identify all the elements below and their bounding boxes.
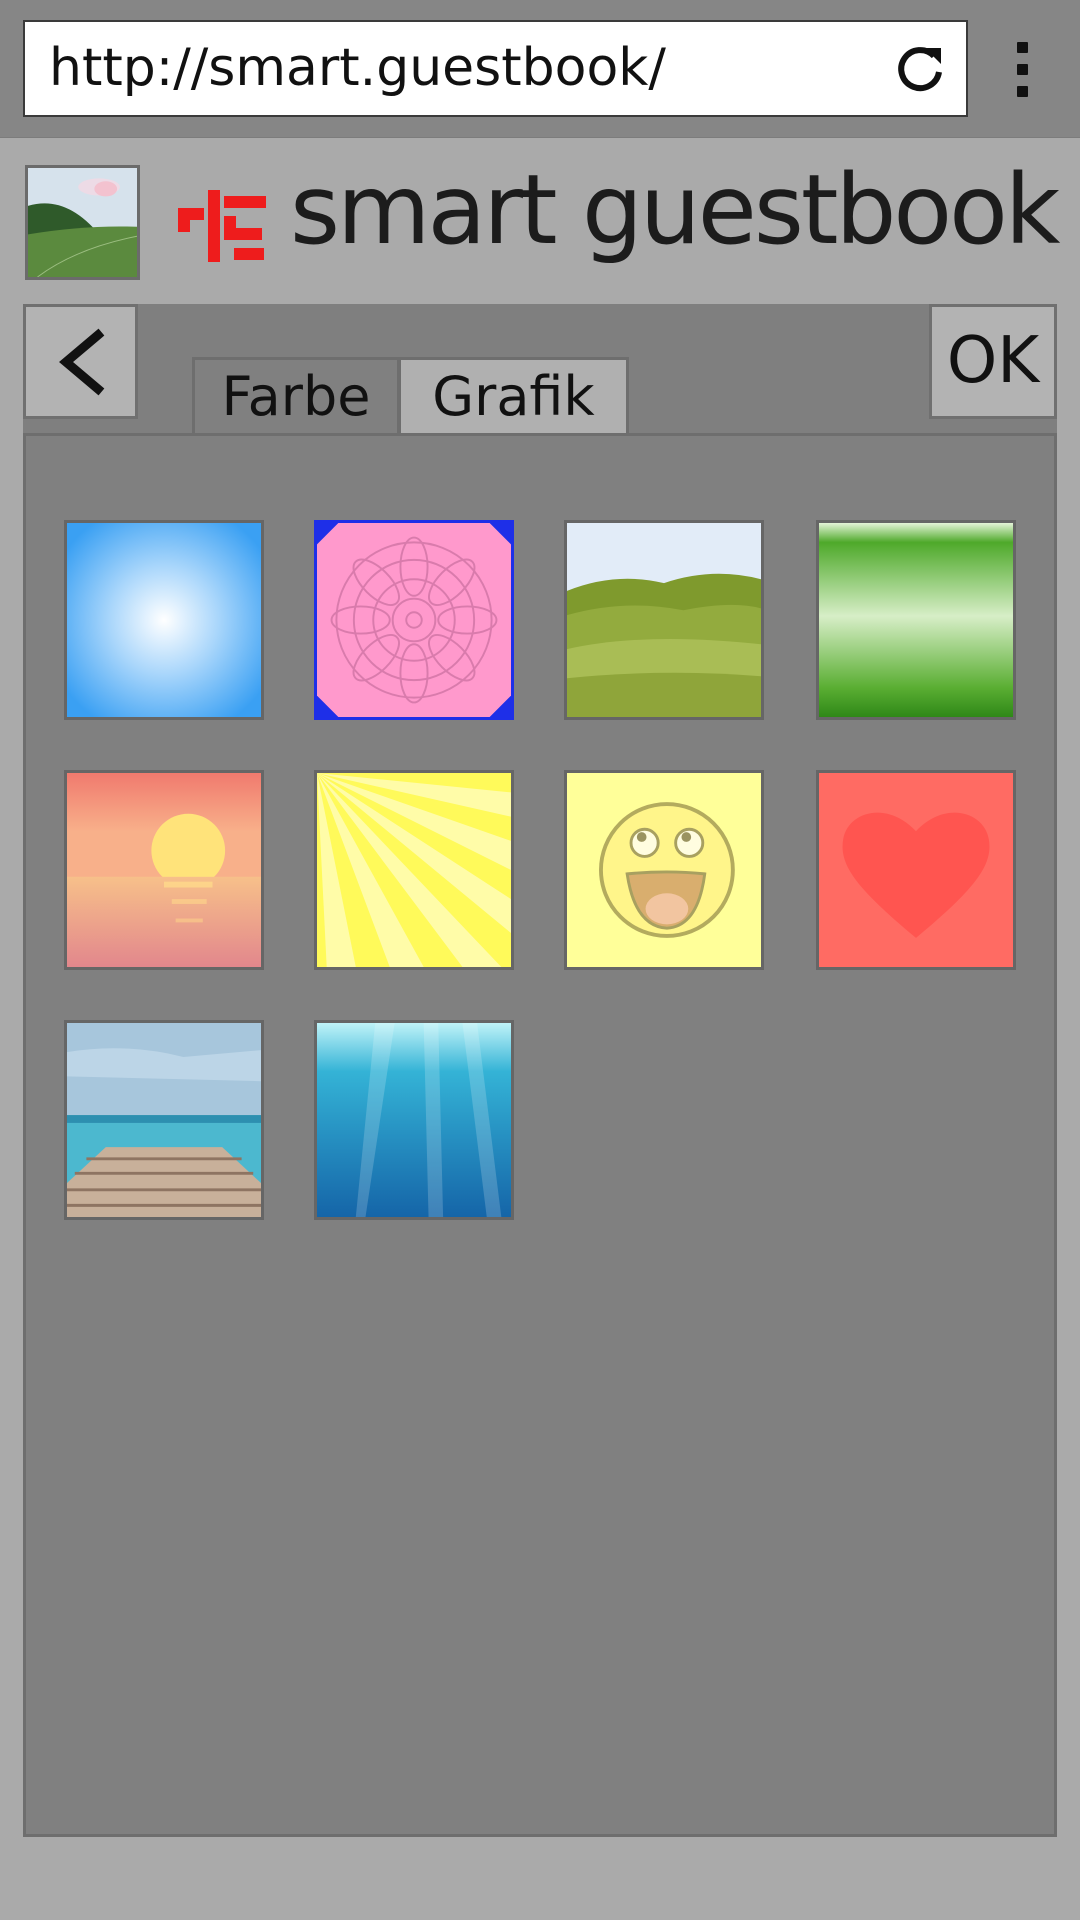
tab-farbe[interactable]: Farbe [192,357,400,434]
tile-yellow-sunburst[interactable] [314,770,514,970]
chevron-left-icon [59,328,105,396]
reload-icon[interactable] [894,42,946,94]
kebab-menu-icon[interactable] [1006,42,1040,98]
tile-pink-mandala[interactable] [314,520,514,720]
back-button[interactable] [23,304,138,419]
smart-guestbook-logo [178,178,268,268]
tile-red-heart[interactable] [816,770,1016,970]
tile-smiley-face[interactable] [564,770,764,970]
app-title: smart guestbook [290,154,1060,266]
tile-blue-radial-gradient[interactable] [64,520,264,720]
tile-green-gradient[interactable] [816,520,1016,720]
graphic-grid [23,433,1057,1837]
tile-green-hills[interactable] [564,520,764,720]
tile-sunset-sea[interactable] [64,770,264,970]
tile-underwater[interactable] [314,1020,514,1220]
browser-toolbar: http://smart.guestbook/ [0,0,1080,138]
ok-button[interactable]: OK [929,304,1057,419]
address-bar[interactable]: http://smart.guestbook/ [23,20,968,117]
url-text: http://smart.guestbook/ [49,38,666,98]
avatar-landscape-thumbnail[interactable] [25,165,140,280]
tile-wooden-pier[interactable] [64,1020,264,1220]
tab-grafik[interactable]: Grafik [398,357,629,434]
